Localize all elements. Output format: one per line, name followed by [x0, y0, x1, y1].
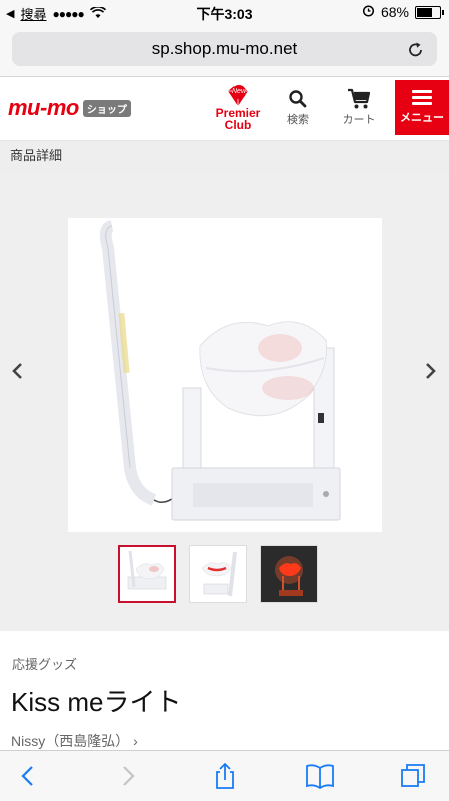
thumbnail-1[interactable] [118, 545, 176, 603]
thumbnail-2[interactable] [189, 545, 247, 603]
address-bar[interactable]: sp.shop.mu-mo.net [12, 32, 437, 66]
chevron-left-icon [12, 363, 22, 379]
product-category[interactable]: 応援グッズ [12, 654, 77, 673]
thumbnail-strip [118, 545, 318, 603]
menu-label: メニュー [400, 112, 444, 124]
new-badge: New [232, 85, 246, 99]
forward-button[interactable] [112, 761, 142, 791]
club-label: Club [224, 118, 252, 132]
book-icon [306, 764, 334, 790]
product-main-image[interactable] [68, 218, 382, 532]
share-button[interactable] [210, 761, 240, 791]
bookmarks-button[interactable] [304, 761, 334, 791]
tabs-button[interactable] [398, 761, 428, 791]
chevron-right-icon: › [133, 733, 138, 749]
forward-arrow-icon [123, 766, 135, 786]
previous-image-button[interactable] [8, 361, 28, 381]
browser-toolbar [0, 750, 449, 801]
next-image-button[interactable] [420, 361, 440, 381]
thumbnail-3[interactable] [260, 545, 318, 603]
search-button[interactable]: 検索 [276, 87, 320, 127]
cart-button[interactable]: カート [337, 87, 381, 127]
diamond-icon: New [224, 85, 252, 107]
product-title: Kiss meライト [11, 687, 182, 717]
battery-percent: 68% [380, 4, 409, 20]
back-button[interactable] [14, 761, 44, 791]
tabs-icon [401, 764, 425, 787]
back-arrow-icon [21, 766, 33, 786]
artist-link[interactable]: Nissy（西島隆弘） › [11, 731, 138, 751]
page-heading: 商品詳細 [10, 148, 63, 163]
share-icon [216, 762, 234, 789]
battery-icon [415, 5, 444, 19]
cart-label: カート [342, 114, 376, 126]
status-bar: ◀ 搜尋 ●●●●● 下午3:03 68% [0, 0, 449, 24]
search-icon [276, 87, 320, 111]
url-text: sp.shop.mu-mo.net [151, 39, 298, 58]
browser-address-area: sp.shop.mu-mo.net [0, 24, 449, 77]
menu-button[interactable]: メニュー [395, 80, 449, 135]
search-label: 検索 [287, 114, 309, 126]
chevron-right-icon [426, 363, 436, 379]
alarm-icon [362, 4, 375, 20]
site-header: mu-mo ショップ New Premier Club 検索 カート メニュー [0, 77, 449, 141]
premier-club-link[interactable]: New Premier Club [208, 85, 268, 131]
page-heading-bar: 商品詳細 [0, 141, 449, 171]
site-logo[interactable]: mu-mo ショップ [8, 95, 131, 121]
cart-icon [337, 87, 381, 111]
product-gallery [0, 171, 449, 631]
hamburger-icon [412, 90, 432, 105]
reload-icon[interactable] [405, 38, 427, 60]
artist-name: Nissy（西島隆弘） [11, 733, 130, 749]
logo-shop-badge: ショップ [82, 99, 131, 117]
logo-text: mu-mo [8, 95, 79, 120]
kiss-light-illustration [99, 220, 341, 521]
